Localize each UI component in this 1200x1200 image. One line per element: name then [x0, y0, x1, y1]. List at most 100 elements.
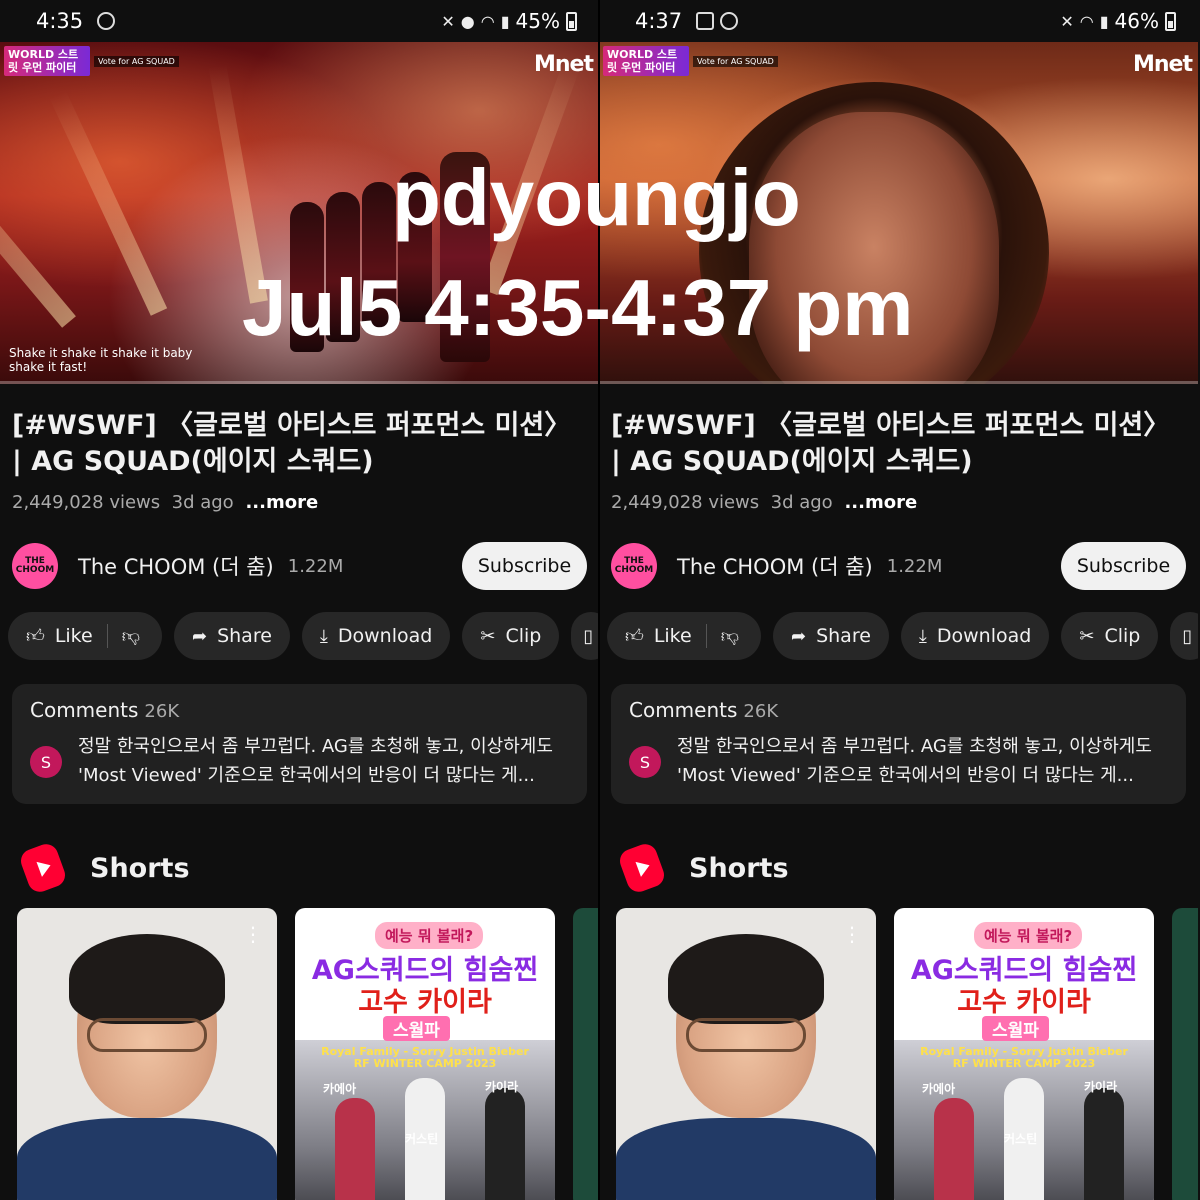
clip-label: Clip: [1104, 625, 1141, 647]
person-label: 카에아: [323, 1082, 357, 1096]
like-dislike-group: 👍︎ Like 👎︎: [8, 612, 162, 660]
channel-row: THE CHOOM The CHOOM (더 춤) 1.22M Subscrib…: [12, 540, 587, 592]
more-link[interactable]: ...more: [844, 492, 917, 513]
download-button[interactable]: ⤓ Download: [301, 612, 451, 660]
show-logo: WORLD 스트릿 우먼 파이터: [4, 46, 90, 76]
comments-header: Comments 26K: [30, 698, 569, 722]
short-card[interactable]: ⋮: [616, 908, 876, 1200]
mute-icon: ✕: [1060, 11, 1074, 31]
subscriber-count: 1.22M: [886, 555, 943, 577]
comments-section[interactable]: Comments 26K S 정말 한국인으로서 좀 부끄럽다. AG를 초청해 …: [611, 684, 1186, 804]
view-count: 2,449,028 views: [611, 492, 760, 513]
shorts-header: Shorts: [17, 840, 190, 896]
commenter-avatar: S: [30, 746, 62, 778]
show-logo: WORLD 스트릿 우먼 파이터: [603, 46, 689, 76]
short-song: Royal Family - Sorry Justin Bieber RF WIN…: [920, 1045, 1128, 1070]
person-label: 커스틴: [1004, 1132, 1038, 1146]
more-link[interactable]: ...more: [245, 492, 318, 513]
signal-icon: ▮: [500, 11, 510, 31]
more-options-icon[interactable]: ⋮: [243, 922, 263, 946]
vote-badge: Vote for AG SQUAD: [94, 56, 179, 67]
signal-icon: ▮: [1099, 11, 1109, 31]
video-title: [#WSWF] 〈글로벌 아티스트 퍼포먼스 미션〉 | AG SQUAD(에이…: [611, 410, 1171, 477]
person-label: 카에아: [922, 1082, 956, 1096]
battery-percent: 46%: [1114, 9, 1159, 33]
save-button[interactable]: ▯: [1170, 612, 1198, 660]
status-bar: 4:37 ✕ ◠ ▮ 46%: [599, 0, 1198, 42]
mute-icon: ✕: [441, 11, 455, 31]
comments-section[interactable]: Comments 26K S 정말 한국인으로서 좀 부끄럽다. AG를 초청해 …: [12, 684, 587, 804]
short-tag: 예능 뭐 볼래?: [375, 922, 484, 949]
like-label[interactable]: Like: [654, 625, 692, 647]
short-card[interactable]: ⋮: [17, 908, 277, 1200]
scissors-icon: ✂: [480, 625, 496, 647]
upload-age: 3d ago: [171, 492, 234, 513]
more-options-icon[interactable]: ⋮: [842, 922, 862, 946]
thumbs-up-icon[interactable]: 👍︎: [625, 625, 644, 647]
download-icon: ⤓: [918, 625, 927, 647]
divider: [106, 624, 108, 648]
comment-text: 정말 한국인으로서 좀 부끄럽다. AG를 초청해 놓고, 이상하게도 'Mos…: [78, 736, 553, 786]
gallery-icon: [696, 12, 715, 30]
save-button[interactable]: ▯: [571, 612, 599, 660]
clip-button[interactable]: ✂ Clip: [462, 612, 560, 660]
share-button[interactable]: ➦ Share: [772, 612, 889, 660]
watermark-timestamp: Jul5 4:35-4:37 pm: [242, 263, 914, 352]
short-card-partial[interactable]: [1172, 908, 1198, 1200]
mnet-logo: Mnet: [534, 52, 594, 77]
short-subheadline: 고수 카이라: [957, 987, 1091, 1018]
commenter-avatar: S: [629, 746, 661, 778]
person-label: 커스틴: [405, 1132, 439, 1146]
messenger-icon: [720, 12, 739, 30]
short-song: Royal Family - Sorry Justin Bieber RF WIN…: [321, 1045, 529, 1070]
video-meta: 2,449,028 views 3d ago ...more: [12, 492, 318, 513]
download-label: Download: [936, 625, 1032, 647]
short-card[interactable]: 예능 뭐 볼래? AG스쿼드의 힘숨찐 고수 카이라 스월파 Royal Fam…: [295, 908, 555, 1200]
location-icon: ●: [460, 11, 475, 31]
bookmark-icon: ▯: [583, 625, 594, 647]
channel-name[interactable]: The CHOOM (더 춤): [78, 551, 274, 581]
mnet-logo: Mnet: [1133, 52, 1193, 77]
share-button[interactable]: ➦ Share: [173, 612, 290, 660]
subscribe-button[interactable]: Subscribe: [1061, 542, 1186, 590]
clip-button[interactable]: ✂ Clip: [1061, 612, 1159, 660]
top-comment: S 정말 한국인으로서 좀 부끄럽다. AG를 초청해 놓고, 이상하게도 'M…: [30, 732, 569, 790]
short-card-partial[interactable]: [573, 908, 599, 1200]
download-button[interactable]: ⤓ Download: [900, 612, 1050, 660]
channel-avatar[interactable]: THE CHOOM: [611, 543, 657, 589]
comments-count: 26K: [743, 701, 779, 722]
share-label: Share: [816, 625, 871, 647]
download-label: Download: [337, 625, 433, 647]
shirt-shape: [616, 1118, 876, 1200]
shorts-header: Shorts: [616, 840, 789, 896]
channel-avatar[interactable]: THE CHOOM: [12, 543, 58, 589]
bookmark-icon: ▯: [1182, 625, 1193, 647]
video-title: [#WSWF] 〈글로벌 아티스트 퍼포먼스 미션〉 | AG SQUAD(에이…: [12, 410, 572, 477]
stage-light: [0, 132, 76, 328]
shirt-shape: [17, 1118, 277, 1200]
comments-count: 26K: [144, 701, 180, 722]
progress-bar[interactable]: [599, 381, 1198, 384]
person-hair: [668, 934, 824, 1024]
download-icon: ⤓: [319, 625, 328, 647]
action-bar: 👍︎ Like 👎︎ ➦ Share ⤓ Download ✂ Clip ▯: [607, 612, 1198, 660]
short-card[interactable]: 예능 뭐 볼래? AG스쿼드의 힘숨찐 고수 카이라 스월파 Royal Fam…: [894, 908, 1154, 1200]
shorts-label: Shorts: [689, 852, 789, 884]
channel-name[interactable]: The CHOOM (더 춤): [677, 551, 873, 581]
short-subheadline: 고수 카이라: [358, 987, 492, 1018]
thumbs-up-icon[interactable]: 👍︎: [26, 625, 45, 647]
thumbs-down-icon[interactable]: 👎︎: [721, 625, 739, 647]
like-label[interactable]: Like: [55, 625, 93, 647]
shorts-icon: [616, 840, 668, 896]
top-comment: S 정말 한국인으로서 좀 부끄럽다. AG를 초청해 놓고, 이상하게도 'M…: [629, 732, 1168, 790]
upload-age: 3d ago: [770, 492, 833, 513]
like-dislike-group: 👍︎ Like 👎︎: [607, 612, 761, 660]
share-label: Share: [217, 625, 272, 647]
view-count: 2,449,028 views: [12, 492, 161, 513]
progress-bar[interactable]: [0, 381, 599, 384]
thumbs-down-icon[interactable]: 👎︎: [122, 625, 140, 647]
glasses-shape: [87, 1018, 207, 1052]
status-time: 4:37: [635, 9, 683, 33]
subscribe-button[interactable]: Subscribe: [462, 542, 587, 590]
status-time: 4:35: [36, 9, 84, 33]
